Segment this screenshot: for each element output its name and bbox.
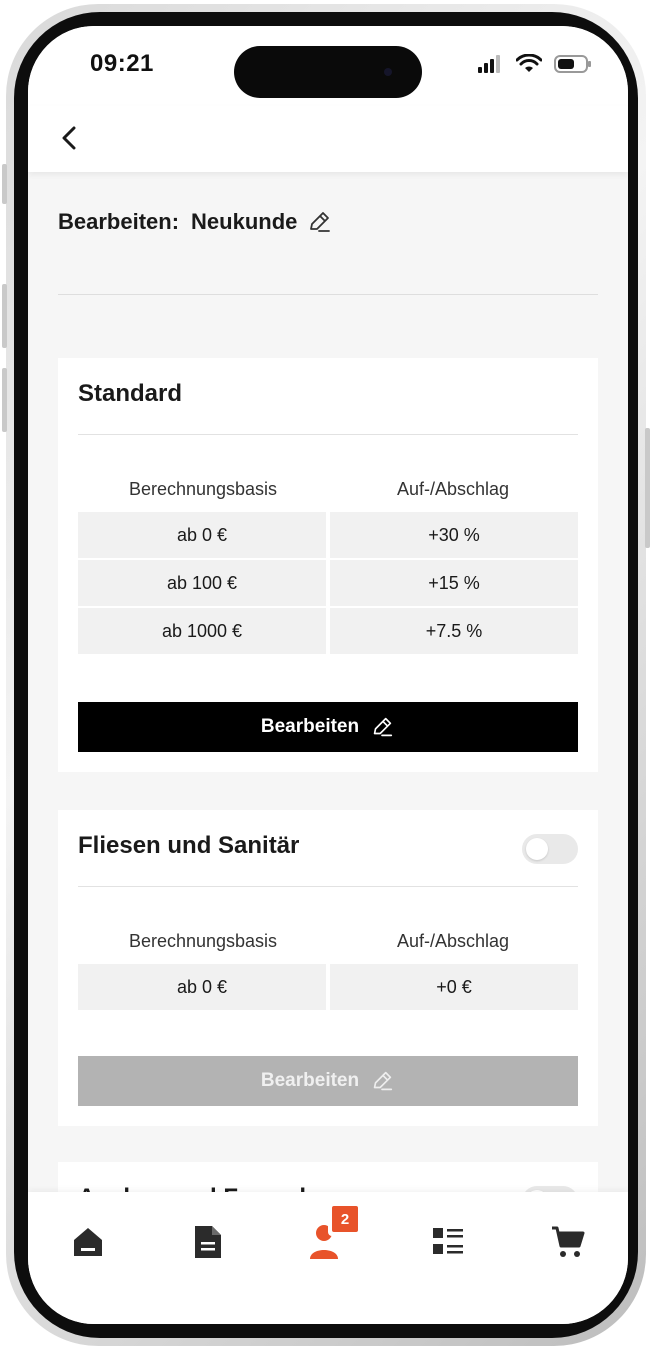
table-row: ab 100 € +15 % [78,560,578,606]
table-header: Berechnungsbasis Auf-/Abschlag [78,466,578,512]
column-header: Berechnungsbasis [128,478,278,499]
column-header: Auf-/Abschlag [396,930,510,951]
tab-documents[interactable] [178,1212,238,1272]
home-icon [74,1228,102,1256]
status-time: 09:21 [90,50,154,77]
table-header: Berechnungsbasis Auf-/Abschlag [78,918,578,964]
power-button [645,428,650,548]
table-cell: +0 € [330,964,578,1010]
camera-dot [384,68,392,76]
app-bar [28,106,628,172]
table-row: ab 1000 € +7.5 % [78,608,578,654]
wifi-icon [516,54,542,72]
table-cell: +7.5 % [330,608,578,654]
edit-button[interactable]: Bearbeiten [78,702,578,752]
table-cell: ab 0 € [78,512,326,558]
card-title: Fliesen und Sanitär [78,832,300,859]
status-bar: 09:21 [28,26,628,106]
signal-icon [478,55,500,73]
column-header: Auf-/Abschlag [396,478,510,499]
page-title: Bearbeiten: Neukunde [58,208,333,236]
tab-customers[interactable]: 2 [298,1202,362,1272]
card-title: Ausbau und Fassade [78,1184,319,1192]
notification-badge: 2 [332,1206,358,1232]
edit-button-label: Bearbeiten [260,1070,360,1091]
list-icon [433,1228,463,1254]
card-fliesen-sanitaer: Fliesen und Sanitär Berechnungsbasis Auf… [58,810,598,1126]
markup-table: Berechnungsbasis Auf-/Abschlag ab 0 € +0… [78,918,578,1012]
tab-cart[interactable] [538,1212,598,1272]
table-row: ab 0 € +0 € [78,964,578,1010]
table-row: ab 0 € +30 % [78,512,578,558]
pencil-icon [373,1071,393,1091]
table-cell: +30 % [330,512,578,558]
card-divider [78,434,578,435]
silent-switch [2,164,7,204]
page-title-prefix: Bearbeiten: [58,209,180,234]
battery-icon [554,55,591,73]
dynamic-island [234,46,422,98]
main-content: Bearbeiten: Neukunde Standard Berechnung… [28,172,628,1192]
back-button[interactable] [52,118,92,158]
divider [58,294,598,295]
table-cell: ab 1000 € [78,608,326,654]
table-cell: +15 % [330,560,578,606]
card-standard: Standard Berechnungsbasis Auf-/Abschlag … [58,358,598,772]
column-header: Berechnungsbasis [128,930,278,951]
pencil-icon[interactable] [305,208,333,236]
bottom-tab-bar: 2 [28,1192,628,1324]
tab-home[interactable] [58,1212,118,1272]
cart-icon [552,1226,585,1257]
volume-down-button [2,368,7,432]
edit-button-disabled[interactable]: Bearbeiten [78,1056,578,1106]
card-title: Standard [78,380,183,407]
tab-list[interactable] [418,1212,478,1272]
status-icons [478,54,592,74]
page-title-name: Neukunde [191,209,298,234]
chevron-left-icon [62,126,76,150]
pencil-icon [373,717,393,737]
edit-button-label: Bearbeiten [260,716,360,737]
table-cell: ab 100 € [78,560,326,606]
category-toggle[interactable] [522,834,578,864]
volume-up-button [2,284,7,348]
toggle-knob [526,838,548,860]
table-cell: ab 0 € [78,964,326,1010]
document-icon [195,1226,221,1258]
card-ausbau-fassade: Ausbau und Fassade [58,1162,598,1192]
markup-table: Berechnungsbasis Auf-/Abschlag ab 0 € +3… [78,466,578,656]
card-divider [78,886,578,887]
screen: 09:21 Bearbeiten: Neukunde Standard Bere… [28,26,628,1324]
